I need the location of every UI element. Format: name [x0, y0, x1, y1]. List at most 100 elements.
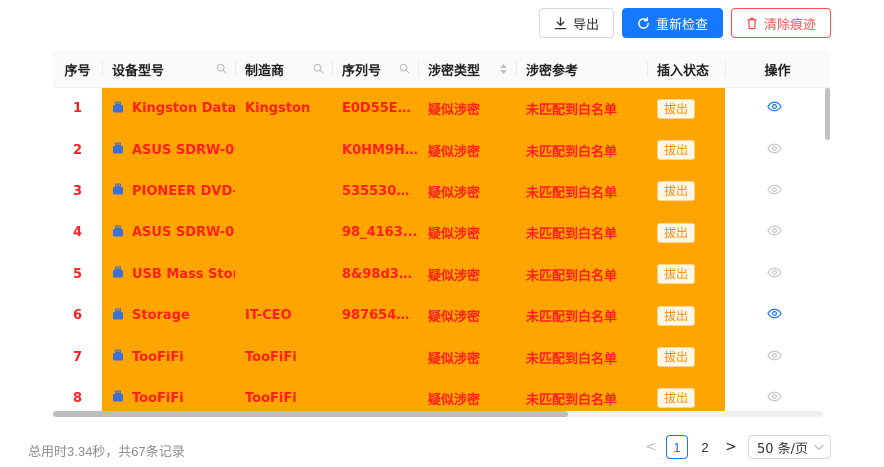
cell-index: 1	[53, 88, 102, 130]
status-badge: 拔出	[657, 222, 696, 243]
usb-drive-icon	[112, 101, 124, 117]
cell-secret-type: 疑似涉密	[418, 336, 516, 378]
usb-drive-icon	[112, 142, 124, 158]
cell-secret-ref: 未匹配到白名单	[516, 170, 647, 213]
horizontal-scrollbar[interactable]	[53, 411, 823, 417]
table-row[interactable]: 2ASUS SDRW-08U K0HM9H...疑似涉密未匹配到白名单拔出	[53, 129, 823, 171]
cell-secret-ref: 未匹配到白名单	[516, 88, 647, 130]
cell-vendor: Kingston	[235, 88, 332, 130]
cell-actions	[725, 294, 823, 337]
cell-actions	[725, 88, 823, 130]
clear-label: 清除痕迹	[763, 17, 816, 33]
cell-model: USB Mass Storag	[102, 253, 235, 295]
cell-serial: 98_4163...	[332, 212, 418, 254]
cell-insert-status: 拔出	[647, 88, 725, 130]
usb-drive-icon	[112, 308, 124, 324]
cell-secret-ref: 未匹配到白名单	[516, 253, 647, 295]
column-header-serial[interactable]: 序列号	[332, 50, 418, 88]
sort-icon[interactable]	[499, 63, 508, 79]
page-1-button[interactable]: 1	[665, 435, 688, 459]
recheck-button[interactable]: 重新检查	[621, 8, 723, 38]
search-icon[interactable]	[313, 63, 324, 78]
download-icon	[554, 16, 567, 30]
recheck-label: 重新检查	[655, 17, 708, 33]
status-badge: 拔出	[657, 98, 696, 119]
cell-vendor	[235, 212, 332, 254]
cell-index: 7	[53, 336, 102, 378]
column-header-index[interactable]: 序号	[53, 50, 102, 88]
usb-drive-icon	[112, 225, 124, 241]
cell-index: 6	[53, 294, 102, 337]
cell-vendor: TooFiFi	[235, 336, 332, 378]
table-row[interactable]: 7 TooFiFi TooFiFi 疑似涉密 未匹配到白名单 拔出	[53, 336, 823, 378]
export-button[interactable]: 导出	[538, 8, 614, 38]
clear-traces-button[interactable]: 清除痕迹	[730, 8, 831, 38]
table-row[interactable]: 5USB Mass Storag 8&98d31...疑似涉密未匹配到白名单拔出	[53, 253, 823, 295]
cell-insert-status: 拔出	[647, 253, 725, 295]
cell-secret-type: 疑似涉密	[418, 129, 516, 171]
eye-icon[interactable]	[766, 143, 782, 158]
cell-index: 4	[53, 212, 102, 254]
page-2-button[interactable]: 2	[694, 435, 716, 459]
next-page-button[interactable]: >	[722, 434, 740, 460]
eye-icon[interactable]	[766, 267, 782, 282]
summary-text: 总用时3.34秒，共67条记录	[28, 444, 185, 459]
status-badge: 拔出	[657, 388, 696, 409]
search-icon[interactable]	[399, 63, 410, 78]
eye-icon[interactable]	[766, 350, 782, 365]
cell-serial: 8&98d31...	[332, 253, 418, 295]
cell-serial: K0HM9H...	[332, 129, 418, 171]
table-row[interactable]: 6 Storage IT-CEO 9876543... 疑似涉密 未匹配到白名单 拔出	[53, 294, 823, 337]
cell-index: 5	[53, 253, 102, 295]
vertical-scrollbar-thumb[interactable]	[825, 88, 830, 140]
column-header-model[interactable]: 设备型号	[102, 50, 235, 88]
cell-serial	[332, 336, 418, 378]
reload-icon	[637, 16, 650, 30]
cell-serial: 5355303...	[332, 170, 418, 213]
table-row[interactable]: 1Kingston DataTraKingstonE0D55EA...疑似涉密未…	[53, 88, 823, 130]
status-badge: 拔出	[657, 181, 696, 202]
cell-model: PIONEER DVD-R	[102, 170, 235, 213]
device-table: 序号 设备型号 制造商 序列号 涉密类型 涉密参考 插入状态 操作 1 Kings…	[53, 50, 830, 416]
eye-icon[interactable]	[766, 391, 782, 406]
cell-secret-type: 疑似涉密	[418, 212, 516, 254]
cell-secret-ref: 未匹配到白名单	[516, 129, 647, 171]
page-size-value: 50 条/页	[756, 441, 808, 457]
usb-drive-icon	[112, 266, 124, 282]
search-icon[interactable]	[216, 63, 227, 78]
table-header: 序号 设备型号 制造商 序列号 涉密类型 涉密参考 插入状态 操作	[53, 50, 830, 88]
toolbar: 导出 重新检查 清除痕迹	[538, 8, 831, 38]
prev-page-button[interactable]: <	[642, 434, 660, 460]
cell-insert-status: 拔出	[647, 212, 725, 254]
cell-model: ASUS SDRW-08U	[102, 212, 235, 254]
cell-secret-type: 疑似涉密	[418, 294, 516, 337]
table-row[interactable]: 4ASUS SDRW-08U 98_4163...疑似涉密未匹配到白名单拔出	[53, 212, 823, 254]
column-header-vendor[interactable]: 制造商	[235, 50, 332, 88]
cell-index: 2	[53, 129, 102, 171]
usb-drive-icon	[112, 349, 124, 365]
cell-insert-status: 拔出	[647, 170, 725, 213]
cell-insert-status: 拔出	[647, 294, 725, 337]
eye-icon[interactable]	[766, 101, 782, 116]
cell-index: 3	[53, 170, 102, 213]
status-badge: 拔出	[657, 305, 696, 326]
cell-vendor	[235, 129, 332, 171]
cell-secret-type: 疑似涉密	[418, 253, 516, 295]
table-row[interactable]: 3PIONEER DVD-R 5355303...疑似涉密未匹配到白名单拔出	[53, 170, 823, 213]
horizontal-scrollbar-thumb[interactable]	[53, 411, 568, 417]
status-badge: 拔出	[657, 264, 696, 285]
cell-secret-ref: 未匹配到白名单	[516, 212, 647, 254]
eye-icon[interactable]	[766, 308, 782, 323]
eye-icon[interactable]	[766, 184, 782, 199]
column-header-secret-type[interactable]: 涉密类型	[418, 50, 516, 88]
cell-actions	[725, 212, 823, 254]
eye-icon[interactable]	[766, 225, 782, 240]
column-header-insert-status[interactable]: 插入状态	[647, 50, 725, 88]
column-header-secret-ref[interactable]: 涉密参考	[516, 50, 647, 88]
vertical-scrollbar[interactable]	[824, 88, 831, 416]
cell-insert-status: 拔出	[647, 336, 725, 378]
status-badge: 拔出	[657, 347, 696, 368]
export-label: 导出	[572, 17, 599, 33]
page-size-select[interactable]: 50 条/页	[747, 435, 831, 459]
cell-secret-type: 疑似涉密	[418, 170, 516, 213]
